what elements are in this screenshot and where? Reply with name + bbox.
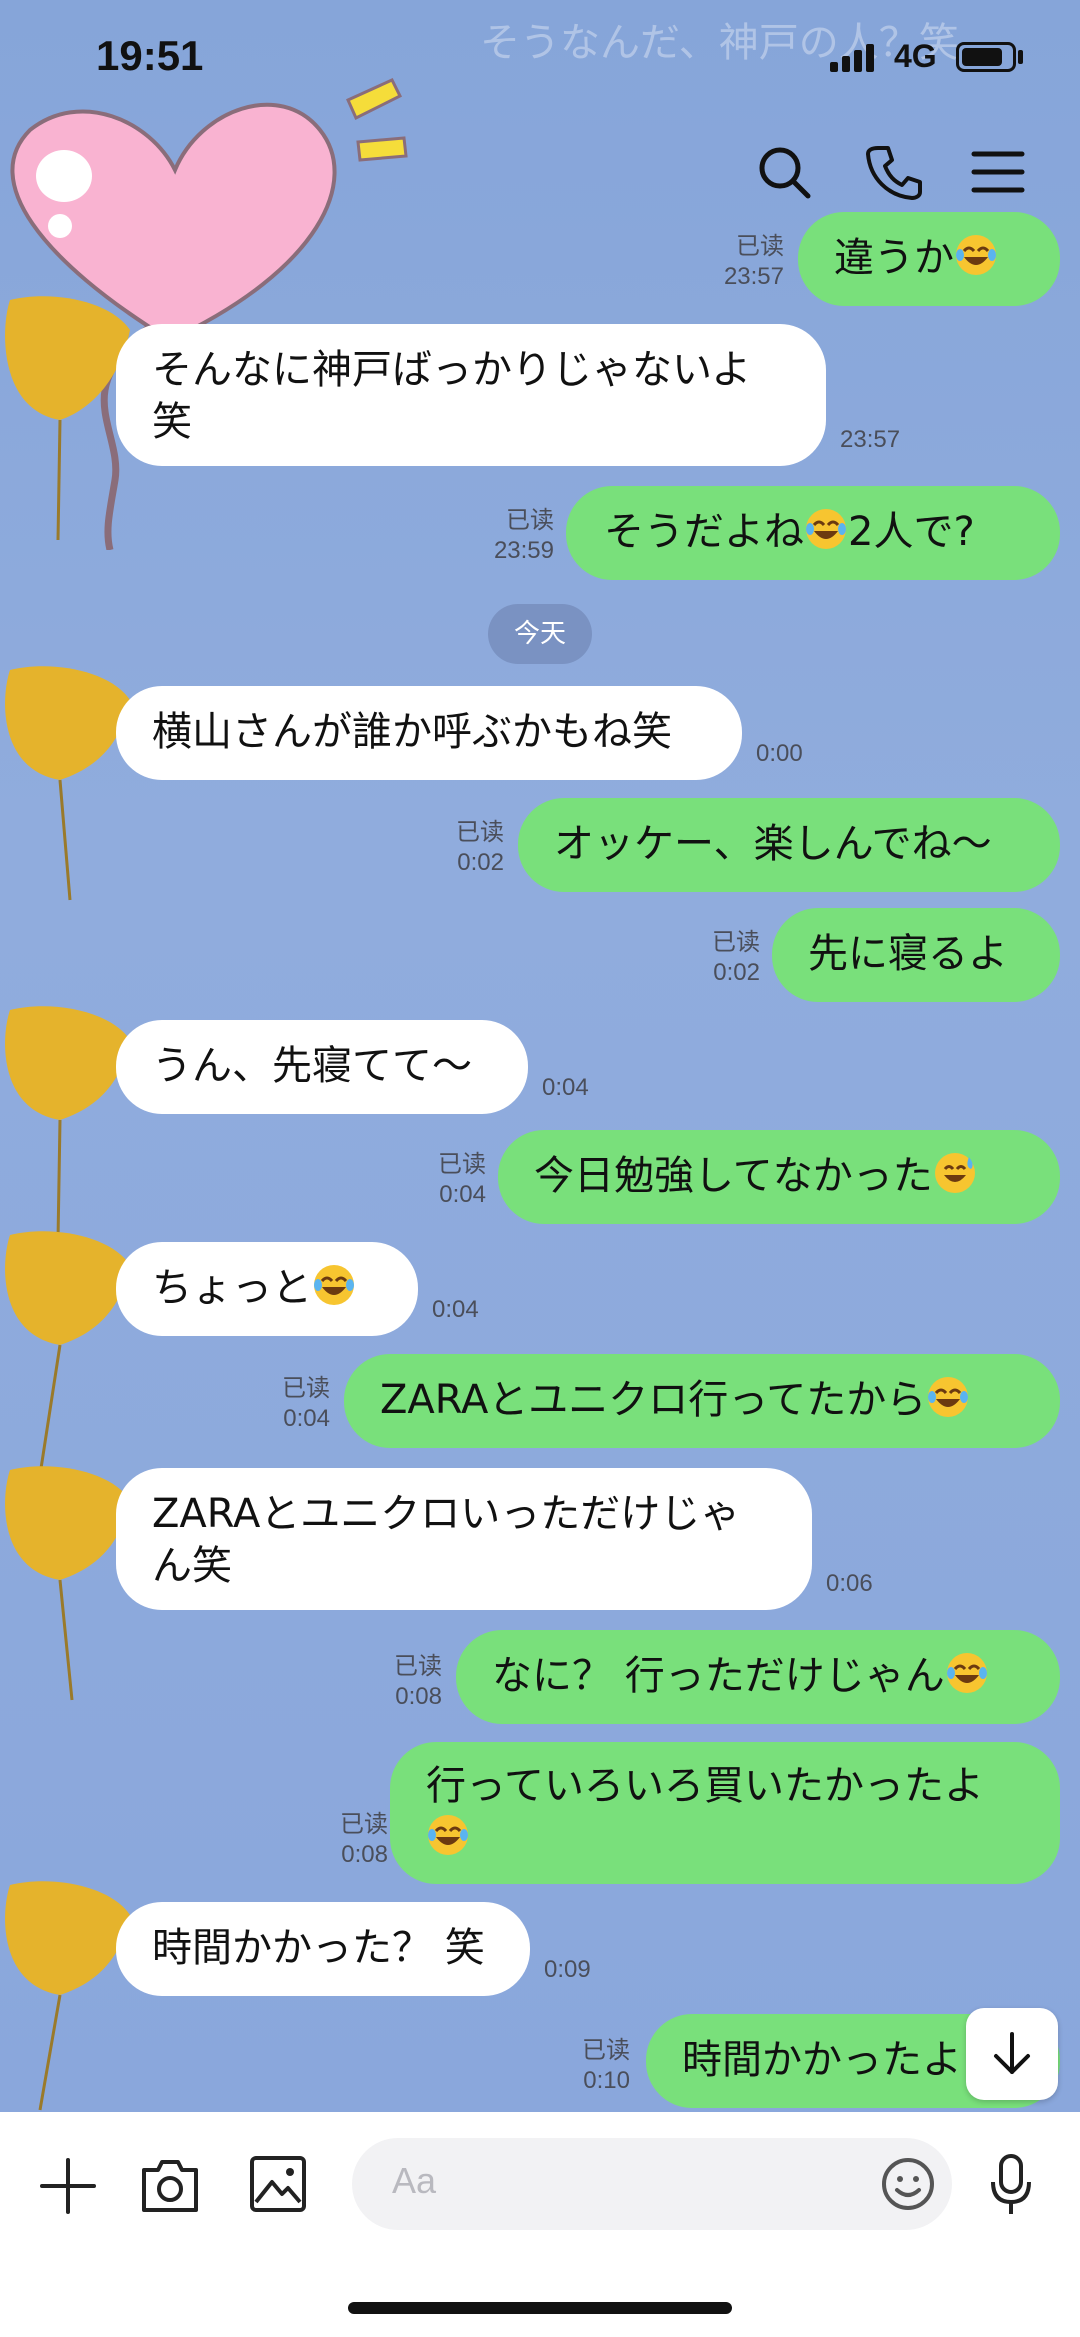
message-time: 0:06 [826,1570,873,1597]
emoji-icon[interactable] [880,2156,936,2212]
laugh-emoji-icon [806,509,846,549]
message-time: 0:02 [457,849,504,876]
message-text: 先に寝るよ [808,931,1008,977]
laugh-emoji-icon [314,1265,354,1305]
message-bubble-received[interactable]: うん、先寝てて～ [116,1020,528,1114]
message-meta: 已读 0:04 [402,1150,486,1210]
message-text-suffix: 2人で? [848,509,975,555]
scroll-to-bottom-button[interactable] [966,2008,1058,2100]
message-bubble-sent[interactable]: 違うか [798,212,1060,306]
read-receipt: 已读 [712,929,760,956]
mic-icon[interactable] [988,2152,1034,2218]
message-bubble-sent[interactable]: 今日勉強してなかった [498,1130,1060,1224]
image-icon[interactable] [248,2154,308,2214]
message-bubble-received[interactable]: 横山さんが誰か呼ぶかもね笑 [116,686,742,780]
ginkgo-leaf-avatar[interactable] [0,1460,130,1710]
read-receipt: 已读 [394,1653,442,1680]
message-text: 横山さんが誰か呼ぶかもね笑 [152,709,672,755]
message-bubble-received[interactable]: ちょっと [116,1242,418,1336]
message-text-line: 笑 [152,399,192,445]
message-time: 0:08 [341,1841,388,1868]
message-time: 0:10 [583,2067,630,2094]
message-text-line: ん笑 [152,1543,232,1589]
message-time: 0:00 [756,740,803,767]
laugh-emoji-icon [956,235,996,275]
laugh-emoji-icon [428,1815,468,1855]
phone-icon[interactable] [862,140,926,204]
sweat-smile-emoji-icon [934,1153,975,1193]
read-receipt: 已读 [582,2037,630,2064]
camera-icon[interactable] [138,2154,202,2216]
message-meta: 已读 0:10 [546,2036,630,2096]
message-text: 今日勉強してなかった [534,1153,933,1199]
message-text: ZARAとユニクロ行ってたから [380,1377,927,1423]
message-meta: 已读 0:04 [246,1374,330,1434]
message-text: 時間かかったよ [682,2037,962,2083]
battery-icon [956,42,1016,72]
message-input[interactable] [352,2138,952,2230]
message-meta: 已读 23:59 [470,506,554,566]
message-time: 23:59 [493,537,554,564]
arrow-down-icon [994,2032,1030,2074]
read-receipt: 已读 [736,233,784,260]
message-text: ちょっと [152,1265,312,1311]
laugh-emoji-icon [946,1653,987,1693]
ginkgo-leaf-avatar[interactable] [0,1225,130,1485]
read-receipt: 已读 [282,1375,330,1402]
message-bubble-received[interactable]: ZARAとユニクロいっただけじゃ ん笑 [116,1468,812,1610]
message-time: 23:57 [840,426,901,453]
message-input-placeholder: Aa [392,2160,437,2201]
message-time: 0:04 [439,1181,486,1208]
read-receipt: 已读 [456,819,504,846]
read-receipt: 已读 [506,507,554,534]
message-bubble-received[interactable]: そんなに神戸ばっかりじゃないよ 笑 [116,324,826,466]
laugh-emoji-icon [928,1377,969,1417]
message-time: 0:04 [432,1296,479,1323]
message-time: 0:04 [542,1074,589,1101]
message-bubble-sent[interactable]: ZARAとユニクロ行ってたから [344,1354,1060,1448]
home-indicator [348,2302,732,2314]
message-meta: 已读 0:08 [304,1810,388,1870]
message-bubble-sent[interactable]: オッケー、楽しんでね～ [518,798,1060,892]
battery-tip [1018,50,1023,64]
read-receipt: 已读 [438,1151,486,1178]
ginkgo-leaf-avatar[interactable] [0,290,130,550]
message-time: 0:08 [395,1683,442,1710]
message-time: 23:57 [723,263,784,290]
message-text: 違うか [834,235,954,281]
message-time: 0:09 [544,1956,591,1983]
message-meta: 已读 0:02 [420,818,504,878]
message-bubble-sent[interactable]: なに？ 行っただけじゃん [456,1630,1060,1724]
date-separator: 今天 [488,604,592,664]
message-bubble-sent[interactable]: 先に寝るよ [772,908,1060,1002]
message-text: オッケー、楽しんでね～ [554,821,992,867]
message-bubble-sent[interactable]: そうだよね 2人で? [566,486,1060,580]
message-text: そうだよね [604,509,804,555]
ginkgo-leaf-avatar[interactable] [0,1000,130,1250]
message-text: うん、先寝てて～ [152,1043,472,1089]
network-type: 4G [894,38,937,74]
message-text-line: 行っていろいろ買いたかったよ [426,1763,984,1809]
message-time: 0:04 [283,1405,330,1432]
signal-icon [830,44,874,72]
message-text: なに？ 行っただけじゃん [492,1653,945,1699]
ginkgo-leaf-avatar[interactable] [0,660,130,910]
message-bubble-sent[interactable]: 行っていろいろ買いたかったよ [390,1742,1060,1884]
message-text-line: そんなに神戸ばっかりじゃないよ [152,347,752,393]
search-icon[interactable] [752,140,816,204]
read-receipt: 已读 [340,1811,388,1838]
ginkgo-leaf-avatar[interactable] [0,1875,130,2115]
message-meta: 已读 23:57 [700,232,784,292]
menu-icon[interactable] [966,140,1030,204]
message-time: 0:02 [713,959,760,986]
message-text: 時間かかった？ 笑 [152,1925,485,1971]
plus-icon[interactable] [38,2156,98,2216]
message-meta: 已读 0:08 [358,1652,442,1712]
message-text-line: ZARAとユニクロいっただけじゃ [152,1491,741,1537]
message-bubble-received[interactable]: 時間かかった？ 笑 [116,1902,530,1996]
message-meta: 已读 0:02 [676,928,760,988]
